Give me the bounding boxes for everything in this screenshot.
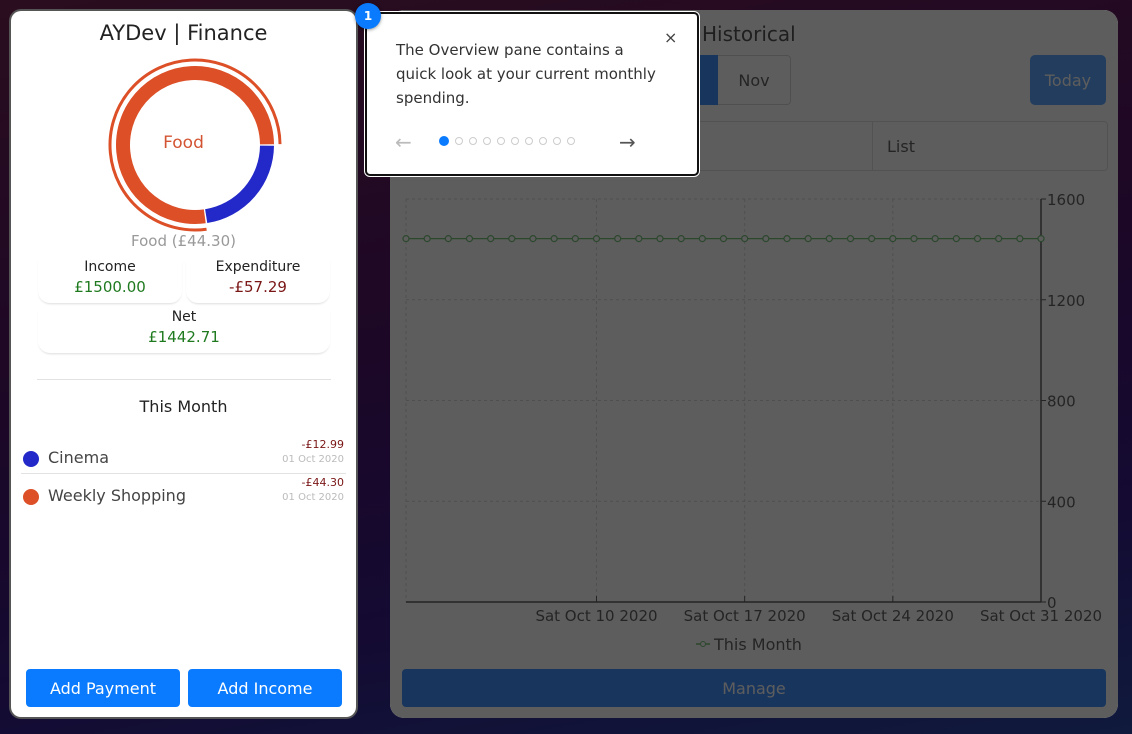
divider — [37, 379, 331, 380]
donut-center-label: Food — [163, 133, 204, 153]
income-stat: Income £1500.00 — [38, 259, 182, 303]
income-value: £1500.00 — [74, 278, 146, 296]
tour-tooltip: The Overview pane contains a quick look … — [365, 12, 699, 176]
legend-label[interactable]: This Month — [713, 635, 802, 654]
x-tick-label: Sat Oct 10 2020 — [535, 607, 657, 625]
step-dot[interactable] — [483, 137, 491, 145]
data-point[interactable] — [931, 235, 939, 243]
transaction-amount: -£12.99 — [301, 438, 344, 451]
overview-card: AYDev | Finance Food Food (£44.30) Incom… — [11, 11, 356, 717]
today-button[interactable]: Today — [1030, 55, 1106, 105]
step-dot[interactable] — [553, 137, 561, 145]
x-tick-label: Sat Oct 31 2020 — [980, 607, 1102, 625]
category-color-dot-icon — [23, 451, 39, 467]
data-point[interactable] — [762, 235, 770, 243]
data-point[interactable] — [423, 235, 431, 243]
data-point[interactable] — [1016, 235, 1024, 243]
step-dot[interactable] — [567, 137, 575, 145]
data-point[interactable] — [656, 235, 664, 243]
transaction-name: Cinema — [48, 448, 109, 467]
step-dot[interactable] — [497, 137, 505, 145]
app-title: AYDev | Finance — [99, 21, 268, 45]
data-point[interactable] — [846, 235, 855, 243]
expenditure-value: -£57.29 — [229, 278, 287, 296]
tour-step-dots — [439, 136, 575, 146]
step-dot[interactable] — [455, 137, 463, 145]
net-value: £1442.71 — [148, 328, 220, 346]
net-label: Net — [171, 309, 197, 325]
expenditure-stat: Expenditure -£57.29 — [186, 259, 330, 303]
y-tick-label: 800 — [1047, 393, 1076, 411]
tab-list[interactable]: List — [873, 122, 1107, 170]
data-point[interactable] — [698, 235, 706, 243]
transaction-separator — [21, 473, 346, 474]
x-tick-label: Sat Oct 17 2020 — [684, 607, 806, 625]
manage-button[interactable]: Manage — [402, 669, 1106, 707]
income-label: Income — [84, 259, 136, 275]
historical-title: Historical — [702, 22, 796, 46]
data-point[interactable] — [571, 235, 579, 243]
step-dot[interactable] — [525, 137, 533, 145]
transaction-amount: -£44.30 — [301, 476, 344, 489]
data-point[interactable] — [444, 235, 452, 243]
data-point[interactable] — [783, 235, 791, 243]
arrow-right-icon[interactable]: → — [619, 130, 636, 154]
step-dot[interactable] — [469, 137, 477, 145]
close-icon[interactable]: × — [664, 28, 677, 47]
data-point[interactable] — [910, 235, 918, 243]
data-point[interactable] — [804, 235, 812, 243]
donut-segment-cinema[interactable] — [204, 145, 274, 224]
transaction-item[interactable]: Cinema -£12.99 01 Oct 2020 — [21, 438, 346, 477]
data-point[interactable] — [719, 235, 728, 243]
net-stat: Net £1442.71 — [38, 309, 330, 353]
expenditure-label: Expenditure — [215, 259, 301, 275]
add-payment-button[interactable]: Add Payment — [26, 669, 180, 707]
data-point[interactable] — [952, 235, 960, 243]
data-point[interactable] — [868, 235, 876, 243]
category-color-dot-icon — [23, 489, 39, 505]
data-point[interactable] — [889, 235, 897, 243]
add-income-button[interactable]: Add Income — [188, 669, 342, 707]
transaction-date: 01 Oct 2020 — [282, 454, 344, 465]
data-point[interactable] — [741, 235, 749, 243]
chart-grid — [405, 198, 1042, 602]
data-point[interactable] — [973, 235, 982, 243]
historical-line-chart: 040080012001600Sat Oct 10 2020 Sat Oct 17… — [402, 191, 1102, 654]
x-tick-label: Sat Oct 24 2020 — [832, 607, 954, 625]
data-point[interactable] — [465, 235, 474, 243]
data-point[interactable] — [1037, 235, 1045, 243]
y-tick-label: 1600 — [1047, 191, 1085, 209]
transaction-item[interactable]: Weekly Shopping -£44.30 01 Oct 2020 — [21, 476, 346, 515]
legend-marker-icon — [700, 641, 706, 647]
data-point[interactable] — [550, 235, 558, 243]
data-point[interactable] — [487, 235, 495, 243]
arrow-left-icon[interactable]: ← — [395, 130, 412, 154]
this-month-heading: This Month — [139, 397, 228, 416]
data-point[interactable] — [592, 235, 601, 243]
data-point[interactable] — [825, 235, 833, 243]
step-dot[interactable] — [539, 137, 547, 145]
transaction-name: Weekly Shopping — [48, 486, 186, 505]
y-tick-label: 1200 — [1047, 292, 1085, 310]
data-point[interactable] — [995, 235, 1003, 243]
data-point[interactable] — [529, 235, 537, 243]
step-dot[interactable] — [511, 137, 519, 145]
data-point[interactable] — [508, 235, 516, 243]
transaction-date: 01 Oct 2020 — [282, 492, 344, 503]
data-point[interactable] — [614, 235, 622, 243]
month-button-nov[interactable]: Nov — [718, 55, 791, 105]
data-point[interactable] — [635, 235, 643, 243]
data-point[interactable] — [677, 235, 685, 243]
step-dot-active[interactable] — [439, 136, 449, 146]
y-tick-label: 400 — [1047, 493, 1076, 511]
tour-step-badge: 1 — [355, 3, 381, 29]
data-point[interactable] — [402, 235, 410, 243]
donut-caption: Food (£44.30) — [131, 232, 236, 250]
tour-step-text: The Overview pane contains a quick look … — [396, 41, 656, 107]
